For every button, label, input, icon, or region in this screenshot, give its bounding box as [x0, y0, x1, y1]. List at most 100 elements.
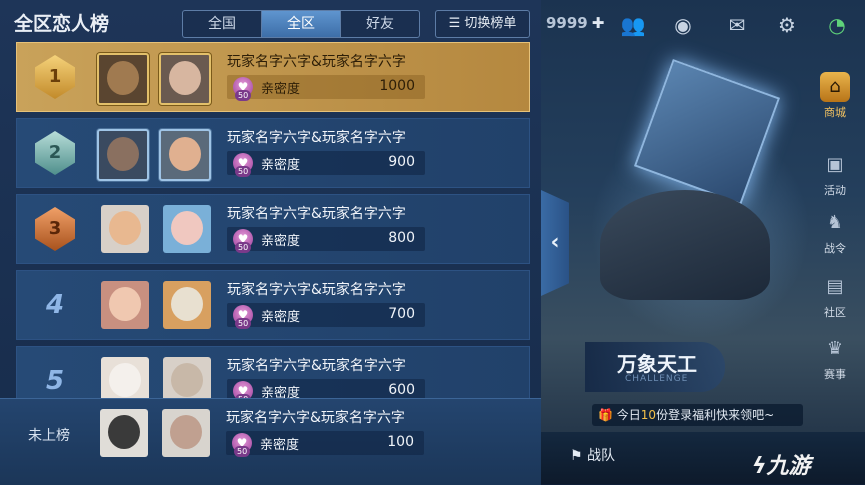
avatar	[162, 409, 210, 457]
avatar	[97, 53, 149, 105]
switch-list-label: 切换榜单	[464, 16, 517, 31]
scope-tabs: 全国 全区 好友	[182, 10, 420, 38]
level-badge: 50	[235, 166, 252, 177]
gear-icon[interactable]: ⚙	[772, 12, 802, 38]
side-item-battlepass-label: 战令	[824, 242, 846, 255]
avatar-face	[170, 415, 202, 449]
intimacy-label: 亲密度	[261, 158, 301, 173]
promo-highlight: 10	[640, 408, 657, 422]
battlepass-icon: ♞	[826, 212, 844, 233]
leaderboard-row-2[interactable]: 2 玩家名字六字&玩家名字六字 ♥ 50 亲密度 900	[16, 118, 530, 188]
side-item-community[interactable]: ▤ 社区	[812, 272, 858, 320]
tab-friends[interactable]: 好友	[341, 11, 419, 37]
level-badge: 50	[235, 318, 252, 329]
pair-name: 玩家名字六字&玩家名字六字	[227, 54, 406, 70]
coin-counter: 9999 ✚	[546, 14, 605, 32]
leaderboard-panel: 全区恋人榜 全国 全区 好友 ☰ 切换榜单 1 玩家名字六字&玩家名字六字 ♥ …	[0, 0, 541, 485]
avatar-face	[108, 415, 140, 449]
intimacy-bar: ♥ 50 亲密度 700	[227, 303, 425, 329]
avatar-face	[169, 137, 201, 171]
intimacy-bar: ♥ 50 亲密度 1000	[227, 75, 425, 101]
avatar-face	[109, 363, 141, 397]
my-rank-footer: 未上榜 玩家名字六字&玩家名字六字 ♥ 50 亲密度 100	[0, 398, 541, 485]
avatar	[101, 205, 149, 253]
trophy-icon: ♛	[826, 338, 844, 359]
intimacy-label: 亲密度	[261, 310, 301, 325]
intimacy-value: 700	[388, 306, 415, 322]
chevron-left-icon: ‹	[550, 230, 560, 255]
mail-icon[interactable]: ✉	[722, 12, 752, 38]
gift-icon: 🎁	[598, 408, 617, 422]
avatar	[101, 281, 149, 329]
avatar-face	[109, 211, 141, 245]
intimacy-label: 亲密度	[260, 438, 300, 453]
intimacy-value: 900	[388, 154, 415, 170]
side-item-shop-label: 商城	[824, 106, 846, 119]
side-item-shop[interactable]: ⌂ 商城	[812, 72, 858, 120]
promo-banner[interactable]: 🎁 今日10份登录福利快来领吧~	[592, 404, 803, 426]
promo-prefix: 今日	[616, 408, 641, 422]
avatar	[159, 129, 211, 181]
avatar-face	[171, 363, 203, 397]
wifi-icon: ◔	[828, 13, 846, 37]
level-badge: 50	[235, 242, 252, 253]
switch-list-button[interactable]: ☰ 切换榜单	[435, 10, 530, 38]
promo-suffix: 份登录福利快来领吧~	[656, 408, 775, 422]
side-item-events[interactable]: ♛ 赛事	[812, 334, 858, 382]
tab-national[interactable]: 全国	[183, 11, 262, 37]
avatar-face	[171, 287, 203, 321]
add-coins-icon[interactable]: ✚	[592, 14, 605, 32]
intimacy-bar: ♥ 50 亲密度 100	[226, 431, 424, 457]
intimacy-bar: ♥ 50 亲密度 900	[227, 151, 425, 177]
side-item-activity[interactable]: ▣ 活动	[812, 150, 858, 198]
level-badge: 50	[234, 446, 251, 457]
collapse-panel-button[interactable]: ‹	[541, 190, 569, 296]
pair-name: 玩家名字六字&玩家名字六字	[227, 130, 406, 146]
leaderboard-row-1[interactable]: 1 玩家名字六字&玩家名字六字 ♥ 50 亲密度 1000	[16, 42, 530, 112]
side-item-community-label: 社区	[824, 306, 846, 319]
friends-icon[interactable]: 👥	[618, 12, 648, 38]
switch-icon: ☰	[448, 16, 465, 31]
challenge-title: 万象天工	[617, 352, 697, 376]
my-rank-row[interactable]: 玩家名字六字&玩家名字六字 ♥ 50 亲密度 100	[16, 399, 530, 469]
intimacy-value: 100	[387, 434, 414, 450]
intimacy-value: 600	[388, 382, 415, 398]
rank-3-medal-icon: 3	[35, 207, 75, 251]
challenge-subtitle: CHALLENGE	[625, 374, 689, 384]
rank-1-medal-icon: 1	[35, 55, 75, 99]
side-item-battlepass[interactable]: ♞ 战令	[812, 208, 858, 256]
avatar	[163, 281, 211, 329]
level-badge: 50	[235, 90, 252, 101]
rank-number: 5	[45, 366, 65, 396]
challenge-banner[interactable]: 万象天工 CHALLENGE	[585, 342, 725, 392]
avatar	[163, 205, 211, 253]
rank-number: 4	[45, 290, 65, 320]
avatar	[97, 129, 149, 181]
side-item-events-label: 赛事	[824, 368, 846, 381]
community-icon: ▤	[826, 276, 844, 297]
avatar	[159, 53, 211, 105]
claw-artwork	[600, 190, 770, 300]
watermark-logo: ϟ九游	[752, 454, 811, 479]
team-button[interactable]: ⚑ 战队	[570, 445, 615, 465]
avatar-face	[109, 287, 141, 321]
avatar	[100, 409, 148, 457]
leaderboard-row-4[interactable]: 4 玩家名字六字&玩家名字六字 ♥ 50 亲密度 700	[16, 270, 530, 340]
intimacy-value: 800	[388, 230, 415, 246]
pair-name: 玩家名字六字&玩家名字六字	[227, 206, 406, 222]
tab-region[interactable]: 全区	[262, 11, 341, 37]
team-label: 战队	[587, 448, 616, 464]
page-title: 全区恋人榜	[14, 13, 110, 35]
rank-2-medal-icon: 2	[35, 131, 75, 175]
bottom-bar: ⚑ 战队	[540, 432, 865, 484]
side-item-activity-label: 活动	[824, 184, 846, 197]
pair-name: 玩家名字六字&玩家名字六字	[227, 282, 406, 298]
leaderboard-row-3[interactable]: 3 玩家名字六字&玩家名字六字 ♥ 50 亲密度 800	[16, 194, 530, 264]
intimacy-bar: ♥ 50 亲密度 800	[227, 227, 425, 253]
eye-icon[interactable]: ◉	[668, 12, 698, 38]
intimacy-label: 亲密度	[261, 82, 301, 97]
pair-name: 玩家名字六字&玩家名字六字	[226, 410, 405, 426]
avatar-face	[107, 137, 139, 171]
avatar-face	[169, 61, 201, 95]
activity-icon: ▣	[826, 154, 844, 175]
